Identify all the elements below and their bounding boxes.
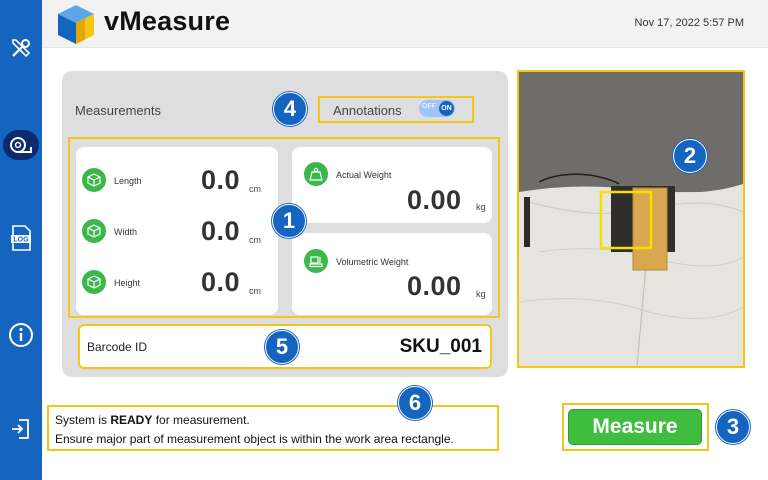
width-unit: cm (249, 235, 261, 245)
status-line-1: System is READY for measurement. (55, 413, 250, 427)
barcode-label: Barcode ID (87, 340, 148, 354)
width-icon (82, 219, 106, 243)
status-panel: System is READY for measurement. Ensure … (47, 405, 499, 451)
datetime: Nov 17, 2022 5:57 PM (634, 17, 744, 29)
tools-icon[interactable] (0, 26, 42, 70)
badge-4: 4 (273, 92, 307, 126)
toggle-on-knob: ON (439, 101, 454, 116)
height-unit: cm (249, 286, 261, 296)
dimensions-card (76, 147, 278, 315)
annotations-label: Annotations (333, 103, 402, 118)
log-icon-text: LOG (13, 237, 29, 244)
badge-2: 2 (673, 139, 707, 173)
height-value: 0.0 (201, 267, 241, 297)
badge-1: 1 (272, 204, 306, 238)
badge-3: 3 (716, 410, 750, 444)
annotations-toggle[interactable]: OFF ON (419, 100, 455, 117)
logout-icon[interactable] (0, 407, 42, 451)
volumetric-weight-card (292, 233, 492, 315)
info-icon[interactable] (0, 313, 42, 357)
actual-weight-value: 0.00 (407, 185, 462, 215)
actual-weight-card (292, 147, 492, 223)
width-value: 0.0 (201, 216, 241, 246)
toggle-off-text: OFF (422, 103, 436, 110)
camera-preview (517, 70, 745, 368)
status-line-2: Ensure major part of measurement object … (55, 432, 454, 446)
log-icon[interactable]: LOG (0, 216, 42, 260)
length-icon (82, 168, 106, 192)
volumetric-weight-value: 0.00 (407, 271, 462, 301)
badge-5: 5 (265, 330, 299, 364)
barcode-value: SKU_001 (399, 336, 482, 357)
measure-tape-icon[interactable] (0, 123, 42, 167)
volumetric-weight-label: Volumetric Weight (336, 257, 409, 267)
weight-icon (304, 162, 328, 186)
camera-image (519, 72, 743, 366)
badge-6: 6 (398, 386, 432, 420)
length-value: 0.0 (201, 165, 241, 195)
volumetric-weight-unit: kg (476, 289, 486, 299)
app-title: vMeasure (104, 6, 231, 36)
volumetric-weight-icon (304, 249, 328, 273)
status-ready: READY (110, 413, 153, 427)
measurements-title: Measurements (75, 103, 161, 118)
height-icon (82, 270, 106, 294)
width-label: Width (114, 227, 138, 237)
actual-weight-unit: kg (476, 202, 486, 212)
length-label: Length (114, 176, 142, 186)
sidebar: LOG (0, 0, 42, 480)
status-prefix: System is (55, 413, 111, 427)
header: vMeasure Nov 17, 2022 5:57 PM (42, 0, 768, 48)
height-label: Height (114, 278, 141, 288)
status-suffix: for measurement. (152, 413, 250, 427)
actual-weight-label: Actual Weight (336, 170, 392, 180)
app-logo (58, 5, 94, 44)
measure-button[interactable]: Measure (568, 409, 702, 445)
length-unit: cm (249, 184, 261, 194)
